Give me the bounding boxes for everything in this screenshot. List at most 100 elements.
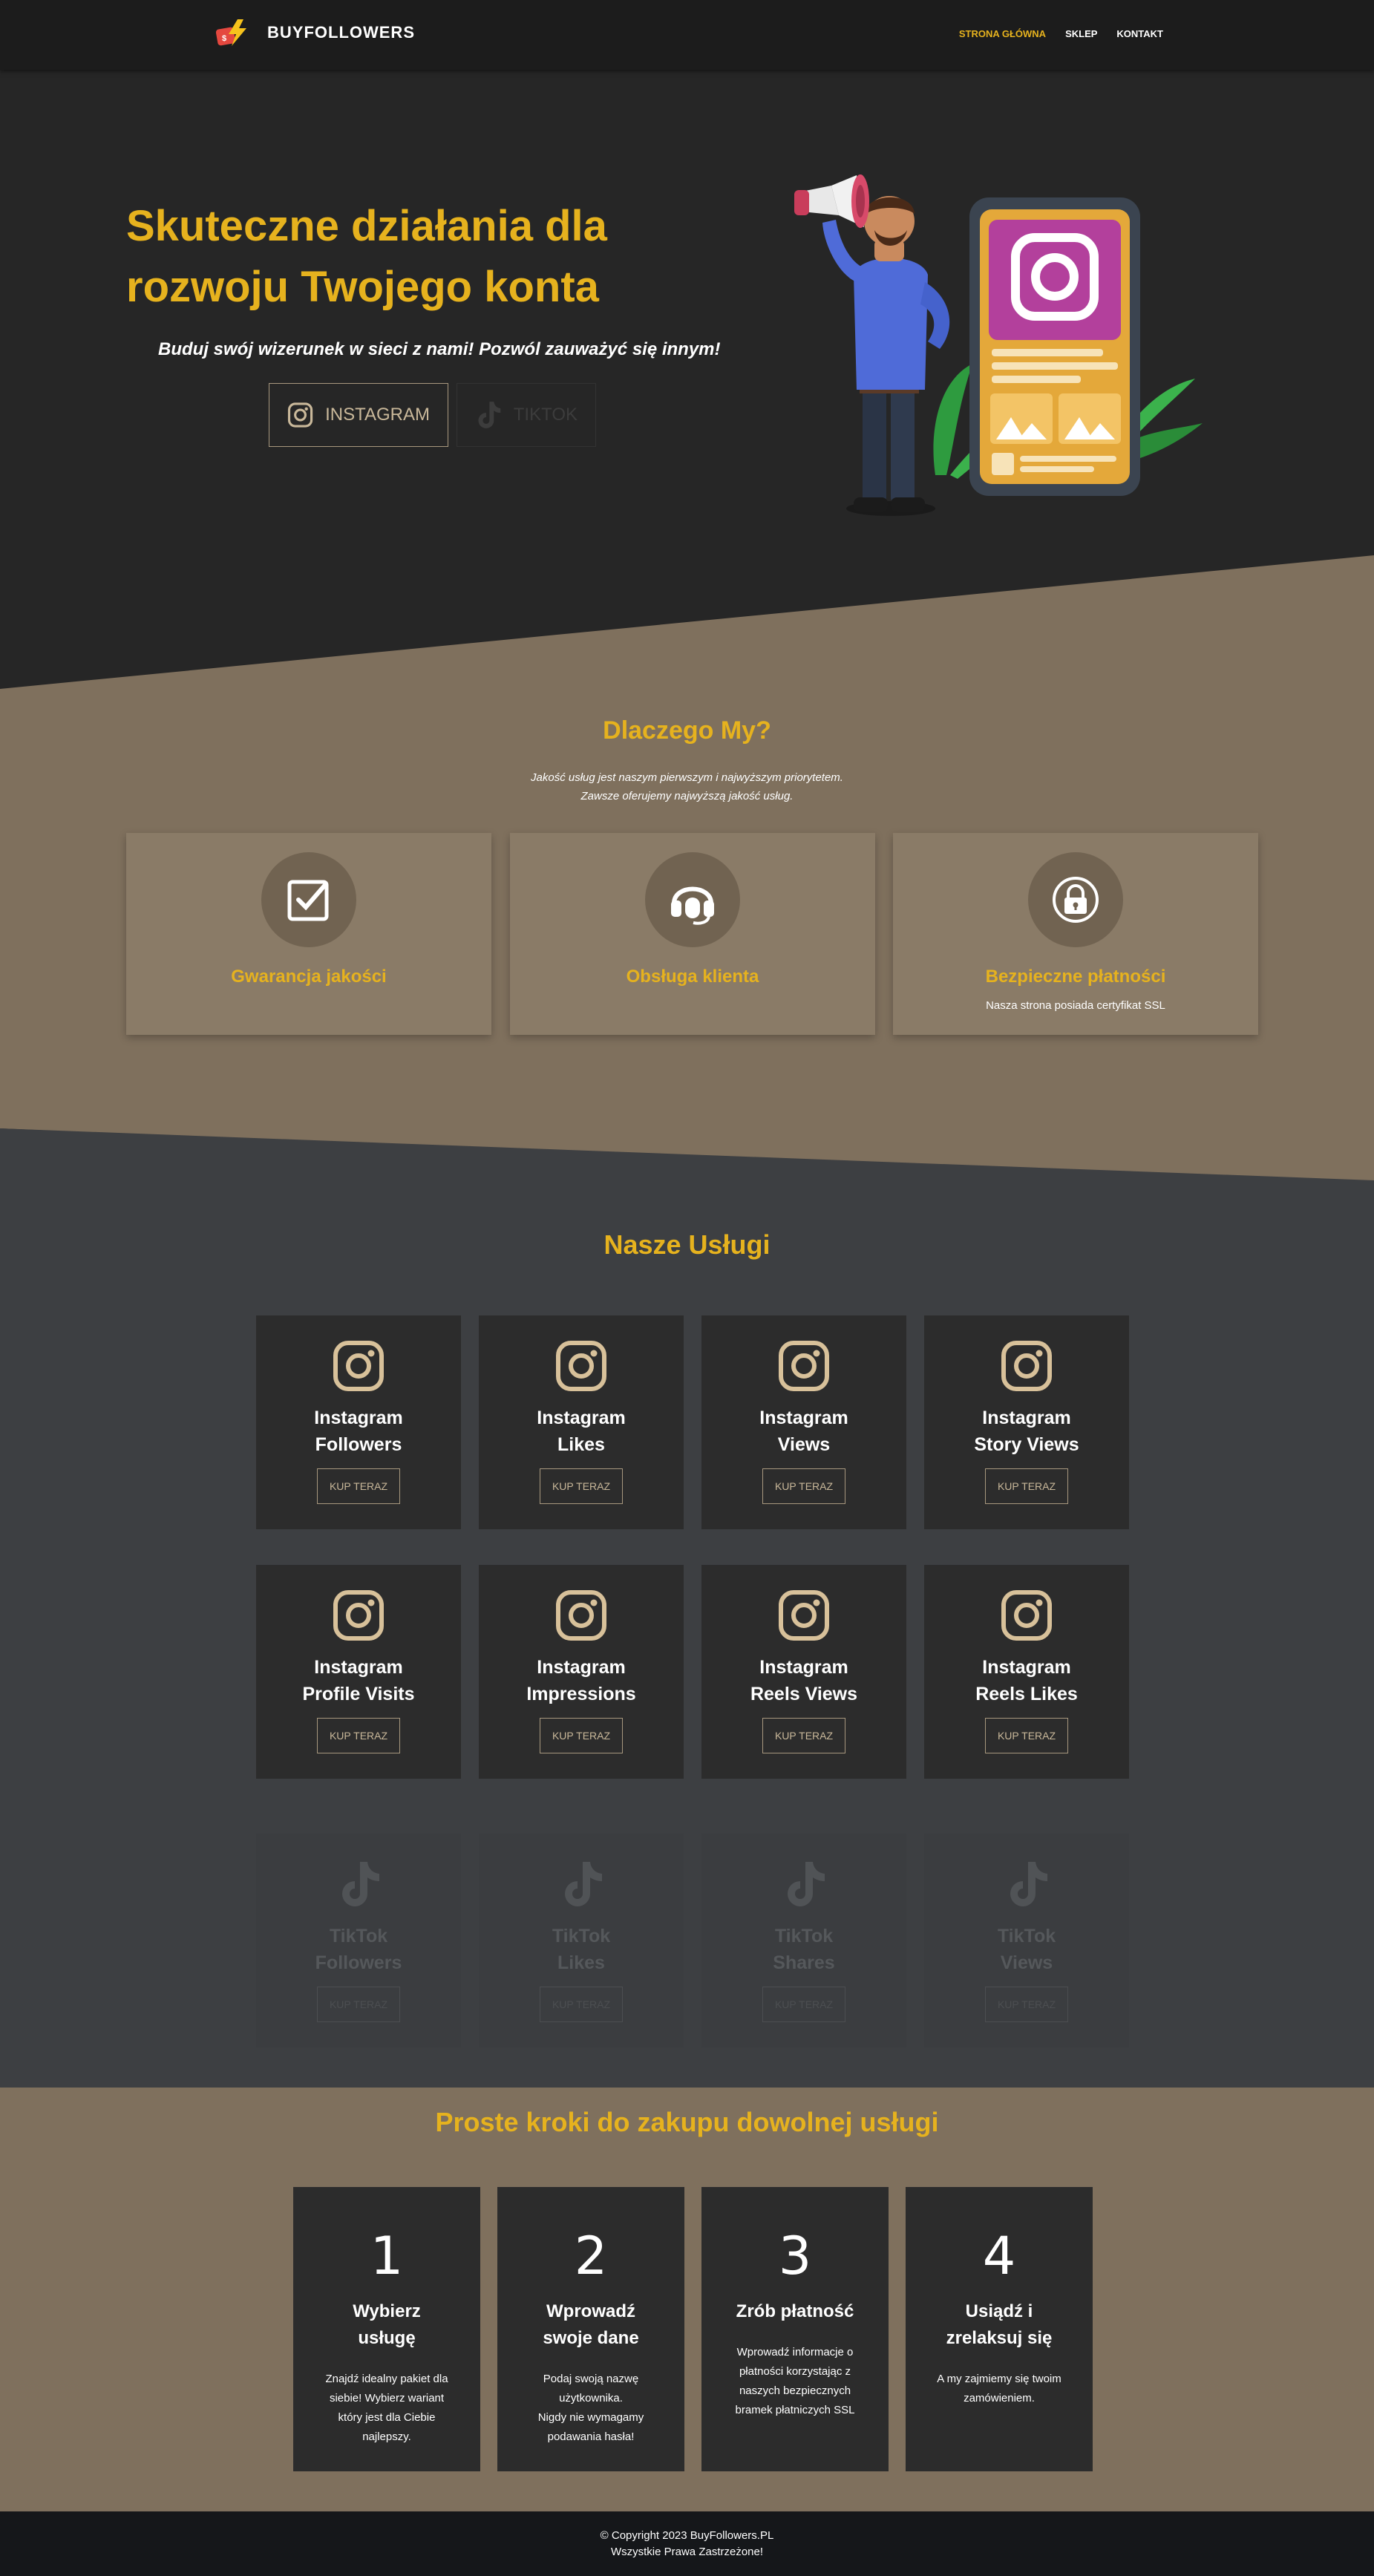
why-subtitle-line2: Zawsze oferujemy najwyższą jakość usług. bbox=[580, 790, 794, 802]
why-card-label: Obsługa klienta bbox=[626, 967, 759, 987]
step-description-line: bramek płatniczych SSL bbox=[735, 2404, 855, 2416]
service-name-line2: Reels Views bbox=[750, 1684, 858, 1704]
why-title: Dlaczego My? bbox=[603, 716, 771, 745]
lock-icon bbox=[1053, 877, 1099, 923]
service-name-line1: Instagram bbox=[314, 1408, 403, 1428]
footer-copyright: © Copyright 2023 BuyFollowers.PL bbox=[600, 2529, 774, 2542]
service-card: Instagram Views KUP TERAZ bbox=[701, 1315, 906, 1529]
service-name-line2: Likes bbox=[557, 1434, 605, 1455]
step-description-line: płatności korzystając z bbox=[739, 2365, 851, 2378]
step-heading-line2: usługę bbox=[358, 2328, 416, 2348]
why-card-icon-circle bbox=[1028, 852, 1123, 947]
buy-now-button[interactable]: KUP TERAZ bbox=[317, 1718, 400, 1753]
step-card: 2 Wprowadź swoje dane Podaj swoją nazwę użyt… bbox=[497, 2187, 684, 2471]
tiktok-icon bbox=[1010, 1862, 1047, 1906]
service-card: TikTok Shares KUP TERAZ bbox=[701, 1834, 906, 2047]
service-card: Instagram Profile Visits KUP TERAZ bbox=[256, 1565, 461, 1779]
platform-button-tiktok[interactable]: TIKTOK bbox=[457, 383, 596, 447]
service-name-line2: Likes bbox=[557, 1952, 605, 1973]
service-name-line1: TikTok bbox=[997, 1926, 1056, 1946]
platform-label-instagram: INSTAGRAM bbox=[325, 405, 430, 425]
platform-button-instagram[interactable]: INSTAGRAM bbox=[269, 383, 448, 447]
service-name-line1: TikTok bbox=[329, 1926, 388, 1946]
service-name-line2: Profile Visits bbox=[302, 1684, 415, 1704]
buy-now-button[interactable]: KUP TERAZ bbox=[317, 1987, 400, 2022]
instagram-icon bbox=[1001, 1590, 1052, 1641]
step-card: 1 Wybierz usługę Znajdź idealny pakiet dla s… bbox=[293, 2187, 480, 2471]
service-name-line1: Instagram bbox=[982, 1408, 1071, 1428]
buy-now-button[interactable]: KUP TERAZ bbox=[985, 1718, 1068, 1753]
step-description-line: zamówieniem. bbox=[964, 2392, 1035, 2405]
step-heading-line2: zrelaksuj się bbox=[946, 2328, 1053, 2348]
service-name: Instagram Profile Visits bbox=[256, 1654, 461, 1707]
instagram-icon bbox=[779, 1590, 829, 1641]
why-card-payments: Bezpieczne płatności Nasza strona posiad… bbox=[893, 833, 1258, 1035]
instagram-icon bbox=[779, 1341, 829, 1391]
footer-rights: Wszystkie Prawa Zastrzeżone! bbox=[610, 2546, 764, 2558]
step-heading-line2: swoje dane bbox=[543, 2328, 639, 2348]
step-description-line: naszych bezpiecznych bbox=[739, 2384, 851, 2397]
step-description-line: A my zajmiemy się twoim bbox=[937, 2373, 1061, 2385]
step-description-line: Podaj swoją nazwę bbox=[543, 2373, 639, 2385]
buy-now-button[interactable]: KUP TERAZ bbox=[540, 1468, 623, 1504]
step-number: 3 bbox=[778, 2226, 812, 2286]
service-name-line1: Instagram bbox=[537, 1408, 626, 1428]
service-name-line2: Followers bbox=[315, 1434, 402, 1455]
buy-now-button[interactable]: KUP TERAZ bbox=[540, 1718, 623, 1753]
service-card: Instagram Reels Likes KUP TERAZ bbox=[924, 1565, 1129, 1779]
brand-name: BUYFOLLOWERS bbox=[267, 23, 415, 42]
step-number: 1 bbox=[370, 2226, 404, 2286]
nav-link-contact[interactable]: KONTAKT bbox=[1116, 28, 1163, 39]
nav-link-shop[interactable]: SKLEP bbox=[1065, 28, 1097, 39]
buy-now-button[interactable]: KUP TERAZ bbox=[317, 1468, 400, 1504]
step-number: 4 bbox=[982, 2226, 1016, 2286]
why-card-quality: Gwarancja jakości bbox=[126, 833, 491, 1035]
checkbox-icon bbox=[287, 880, 329, 921]
step-card: 3 Zrób płatność Wprowadź informacje o płatn… bbox=[701, 2187, 889, 2471]
instagram-icon bbox=[1001, 1341, 1052, 1391]
buy-now-button[interactable]: KUP TERAZ bbox=[985, 1468, 1068, 1504]
service-name: Instagram Views bbox=[701, 1405, 906, 1458]
service-name-line1: Instagram bbox=[759, 1408, 848, 1428]
step-description: A my zajmiemy się twoim zamówieniem. bbox=[925, 2370, 1073, 2408]
buy-now-button[interactable]: KUP TERAZ bbox=[762, 1987, 845, 2022]
step-description-line: podawania hasła! bbox=[547, 2430, 635, 2443]
service-name: TikTok Likes bbox=[479, 1923, 684, 1976]
hero-subtitle: Buduj swój wizerunek w sieci z nami! Poz… bbox=[158, 339, 721, 359]
service-name: TikTok Views bbox=[924, 1923, 1129, 1976]
step-number: 2 bbox=[574, 2226, 608, 2286]
instagram-icon bbox=[287, 402, 313, 428]
tiktok-icon bbox=[342, 1862, 379, 1906]
service-name: Instagram Reels Likes bbox=[924, 1654, 1129, 1707]
step-heading: Zrób płatność bbox=[716, 2298, 874, 2325]
step-heading-line1: Wprowadź bbox=[546, 2301, 635, 2321]
step-heading: Usiądź i zrelaksuj się bbox=[920, 2298, 1078, 2352]
buy-now-button[interactable]: KUP TERAZ bbox=[762, 1718, 845, 1753]
tiktok-icon bbox=[478, 402, 501, 428]
why-subtitle-line1: Jakość usług jest naszym pierwszym i naj… bbox=[531, 771, 843, 784]
step-description-line: Wprowadź informacje o bbox=[736, 2346, 854, 2358]
top-navbar: $ BUYFOLLOWERS STRONA GŁÓWNA SKLEP KONTA… bbox=[0, 0, 1374, 70]
service-card: Instagram Reels Views KUP TERAZ bbox=[701, 1565, 906, 1779]
instagram-icon bbox=[556, 1590, 606, 1641]
nav-link-home[interactable]: STRONA GŁÓWNA bbox=[959, 28, 1046, 39]
step-description-line: który jest dla Ciebie bbox=[338, 2411, 436, 2424]
service-card: Instagram Likes KUP TERAZ bbox=[479, 1315, 684, 1529]
step-description: Wprowadź informacje o płatności korzystaj… bbox=[721, 2343, 869, 2420]
service-card: TikTok Followers KUP TERAZ bbox=[256, 1834, 461, 2047]
buy-now-button[interactable]: KUP TERAZ bbox=[540, 1987, 623, 2022]
headset-icon bbox=[671, 886, 714, 925]
instagram-icon bbox=[556, 1341, 606, 1391]
step-heading: Wybierz usługę bbox=[308, 2298, 465, 2352]
service-card: TikTok Likes KUP TERAZ bbox=[479, 1834, 684, 2047]
buy-now-button[interactable]: KUP TERAZ bbox=[762, 1468, 845, 1504]
services-title: Nasze Usługi bbox=[603, 1229, 771, 1260]
step-heading-line1: Zrób płatność bbox=[736, 2301, 854, 2321]
buy-now-button[interactable]: KUP TERAZ bbox=[985, 1987, 1068, 2022]
why-card-label: Gwarancja jakości bbox=[231, 967, 387, 987]
brand-logo[interactable]: $ BUYFOLLOWERS bbox=[215, 18, 415, 48]
footer: © Copyright 2023 BuyFollowers.PL Wszystk… bbox=[0, 2511, 1374, 2576]
service-name: Instagram Followers bbox=[256, 1405, 461, 1458]
hero-illustration bbox=[794, 174, 1203, 516]
tiktok-icon bbox=[565, 1862, 602, 1906]
